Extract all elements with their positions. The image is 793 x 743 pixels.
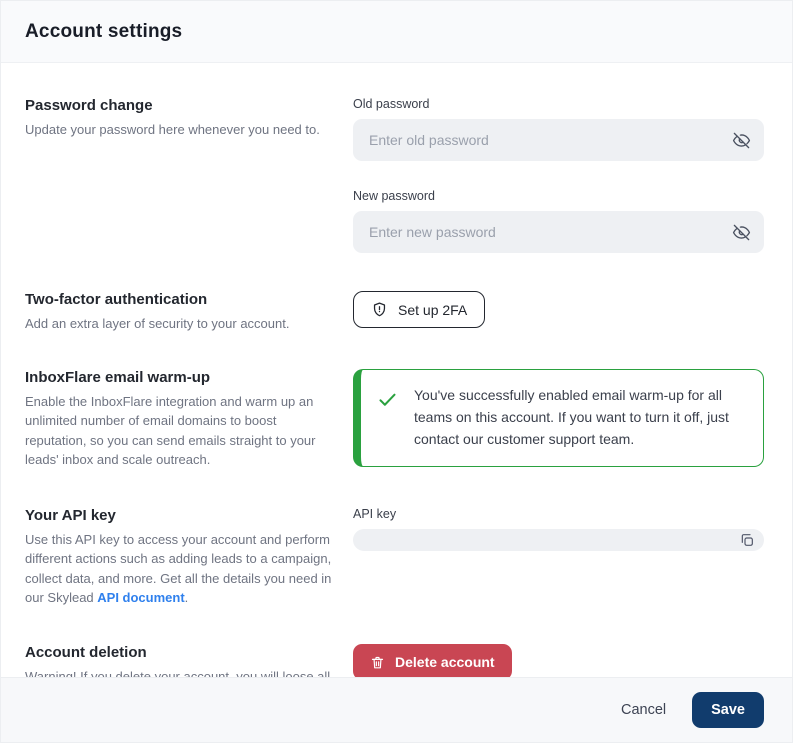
new-password-field-wrap [353, 211, 764, 253]
api-key-input[interactable] [353, 529, 764, 551]
api-document-link[interactable]: API document [97, 590, 184, 605]
old-password-group: Old password [353, 97, 764, 161]
save-button[interactable]: Save [692, 692, 764, 728]
copy-api-key-button[interactable] [738, 531, 756, 549]
password-section-description: Update your password here whenever you n… [25, 120, 333, 139]
old-password-label: Old password [353, 97, 764, 111]
setup-2fa-label: Set up 2FA [398, 302, 467, 318]
section-email-warmup: InboxFlare email warm-up Enable the Inbo… [25, 369, 764, 469]
api-section-title: Your API key [25, 507, 333, 524]
new-password-input[interactable] [353, 211, 764, 253]
warmup-success-alert: You've successfully enabled email warm-u… [353, 369, 764, 467]
copy-icon [739, 532, 755, 548]
delete-account-label: Delete account [395, 654, 495, 670]
api-section-description: Use this API key to access your account … [25, 530, 333, 607]
account-settings-panel: Account settings Password change Update … [0, 0, 793, 743]
page-title: Account settings [25, 21, 182, 43]
old-password-input[interactable] [353, 119, 764, 161]
section-account-deletion: Account deletion Warning! If you delete … [25, 644, 764, 677]
password-section-title: Password change [25, 97, 333, 114]
checkmark-icon [377, 389, 398, 410]
section-two-factor: Two-factor authentication Add an extra l… [25, 291, 764, 333]
api-key-label: API key [353, 507, 764, 521]
old-password-field-wrap [353, 119, 764, 161]
eye-off-icon [732, 131, 751, 150]
twofa-section-title: Two-factor authentication [25, 291, 333, 308]
twofa-section-description: Add an extra layer of security to your a… [25, 314, 333, 333]
new-password-group: New password [353, 189, 764, 253]
toggle-new-password-visibility-button[interactable] [730, 221, 752, 243]
warmup-section-title: InboxFlare email warm-up [25, 369, 333, 386]
panel-header: Account settings [1, 1, 792, 63]
section-password-change: Password change Update your password her… [25, 97, 764, 253]
trash-icon [370, 655, 385, 670]
toggle-old-password-visibility-button[interactable] [730, 129, 752, 151]
api-key-field-wrap [353, 529, 764, 551]
deletion-section-title: Account deletion [25, 644, 333, 661]
setup-2fa-button[interactable]: Set up 2FA [353, 291, 485, 328]
warmup-alert-text: You've successfully enabled email warm-u… [414, 385, 745, 451]
new-password-label: New password [353, 189, 764, 203]
delete-account-button[interactable]: Delete account [353, 644, 512, 677]
panel-body: Password change Update your password her… [1, 63, 792, 677]
warmup-section-description: Enable the InboxFlare integration and wa… [25, 392, 333, 469]
panel-footer: Cancel Save [1, 677, 792, 742]
deletion-section-description: Warning! If you delete your account, you… [25, 667, 333, 677]
section-api-key: Your API key Use this API key to access … [25, 507, 764, 607]
eye-off-icon [732, 223, 751, 242]
cancel-button[interactable]: Cancel [621, 702, 666, 718]
shield-icon [371, 301, 388, 318]
